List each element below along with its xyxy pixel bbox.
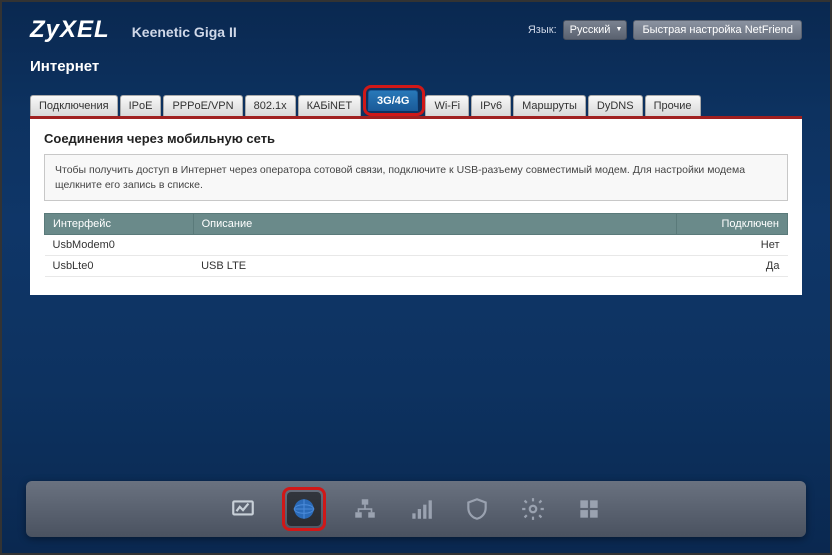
nav-gear-icon[interactable] (516, 492, 550, 526)
brand-logo: ZyXEL (30, 16, 110, 44)
nav-signal-icon[interactable] (404, 492, 438, 526)
page-title: Интернет (2, 52, 830, 85)
nav-apps-icon[interactable] (572, 492, 606, 526)
quick-setup-button[interactable]: Быстрая настройка NetFriend (633, 20, 802, 40)
tabs-container: Подключения IPoE PPPoE/VPN 802.1x КАБiNE… (30, 85, 802, 116)
cell-conn: Нет (676, 235, 787, 256)
cell-conn: Да (676, 256, 787, 277)
highlight-nav (282, 487, 326, 531)
table-row[interactable]: UsbModem0 Нет (45, 235, 788, 256)
language-select[interactable]: Русский (563, 20, 628, 40)
product-name: Keenetic Giga II (132, 24, 237, 40)
th-connected: Подключен (676, 214, 787, 235)
tab-3g4g[interactable]: 3G/4G (368, 90, 418, 111)
tab-ipoe[interactable]: IPoE (120, 95, 162, 116)
th-interface: Интерфейс (45, 214, 194, 235)
cell-desc: USB LTE (193, 256, 676, 277)
tab-pppoe[interactable]: PPPoE/VPN (163, 95, 242, 116)
cell-iface: UsbModem0 (45, 235, 194, 256)
tab-8021x[interactable]: 802.1x (245, 95, 296, 116)
section-description: Чтобы получить доступ в Интернет через о… (44, 154, 788, 201)
cell-desc (193, 235, 676, 256)
connections-table: Интерфейс Описание Подключен UsbModem0 Н… (44, 213, 788, 277)
th-description: Описание (193, 214, 676, 235)
table-row[interactable]: UsbLte0 USB LTE Да (45, 256, 788, 277)
nav-globe-icon[interactable] (287, 492, 321, 526)
nav-shield-icon[interactable] (460, 492, 494, 526)
language-label: Язык: (528, 24, 557, 36)
highlight-tab: 3G/4G (363, 85, 425, 116)
header: ZyXEL Keenetic Giga II Язык: Русский Быс… (2, 2, 830, 52)
section-title: Соединения через мобильную сеть (44, 131, 788, 146)
nav-monitor-icon[interactable] (226, 492, 260, 526)
tab-routes[interactable]: Маршруты (513, 95, 586, 116)
tab-wifi[interactable]: Wi-Fi (425, 95, 469, 116)
tab-dydns[interactable]: DyDNS (588, 95, 643, 116)
nav-network-icon[interactable] (348, 492, 382, 526)
tab-other[interactable]: Прочие (645, 95, 701, 116)
content-panel: Соединения через мобильную сеть Чтобы по… (30, 116, 802, 295)
bottom-nav (26, 481, 806, 537)
tab-connections[interactable]: Подключения (30, 95, 118, 116)
tab-kabinet[interactable]: КАБiNET (298, 95, 361, 116)
cell-iface: UsbLte0 (45, 256, 194, 277)
tab-ipv6[interactable]: IPv6 (471, 95, 511, 116)
